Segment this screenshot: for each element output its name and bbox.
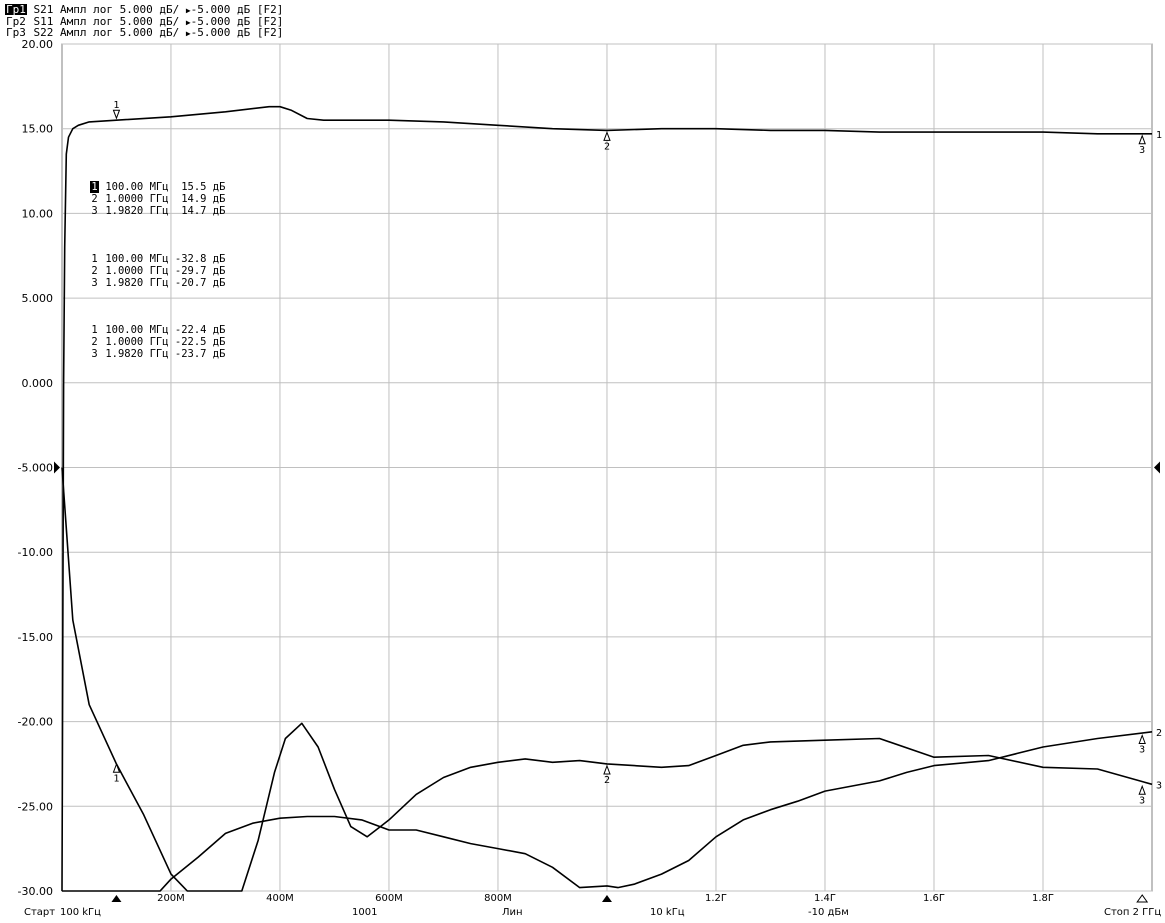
- x-tick-label: 1.2Г: [705, 893, 727, 904]
- marker-label: 3: [1139, 145, 1145, 156]
- x-tick-label: 1.4Г: [814, 893, 836, 904]
- marker-number: 1: [91, 324, 98, 336]
- y-tick-label: 0.000: [22, 377, 54, 390]
- y-tick-label: 20.00: [22, 38, 54, 51]
- axis-marker-icon: [601, 895, 612, 902]
- reference-right-icon: [1154, 461, 1160, 474]
- marker-number: 3: [91, 205, 98, 217]
- marker-number: 2: [91, 193, 98, 205]
- y-tick-label: 10.00: [22, 207, 54, 220]
- footer-power: -10 дБм: [808, 907, 849, 918]
- marker-frequency: 1.9820 ГГц: [105, 205, 169, 217]
- x-tick-label: 1.6Г: [923, 893, 945, 904]
- marker-table: 1 100.00 МГц -22.4 дБ 2 1.0000 ГГц -22.5 …: [90, 324, 225, 360]
- marker-frequency: 1.9820 ГГц: [105, 348, 169, 360]
- marker-frequency: 1.0000 ГГц: [105, 265, 169, 277]
- marker-row: 1 100.00 МГц 15.5 дБ: [90, 181, 225, 193]
- x-tick-label: 600M: [375, 893, 403, 904]
- x-tick-label: 800M: [484, 893, 512, 904]
- trace-end-label: 3: [1156, 780, 1162, 791]
- marker-value: -20.7 дБ: [174, 277, 226, 289]
- x-tick-label: 1.8Г: [1032, 893, 1054, 904]
- y-tick-label: -20.00: [18, 716, 53, 729]
- marker-up-icon: [1138, 784, 1146, 795]
- x-tick-label: 400M: [266, 893, 294, 904]
- x-tick-label: 200M: [157, 893, 185, 904]
- marker-row: 3 1.9820 ГГц -23.7 дБ: [90, 348, 225, 360]
- y-tick-label: -30.00: [18, 885, 53, 898]
- footer-start-label: Старт: [24, 907, 56, 918]
- marker-row: 2 1.0000 ГГц -29.7 дБ: [90, 265, 225, 277]
- marker-row: 1 100.00 МГц -22.4 дБ: [90, 324, 225, 336]
- footer-stop: Стоп 2 ГГц: [1104, 907, 1162, 918]
- marker-label: 2: [604, 775, 610, 786]
- marker-up-icon: [1138, 734, 1146, 744]
- marker-number: 2: [91, 336, 98, 348]
- trace-end-label: 1: [1156, 130, 1162, 141]
- trace-end-label: 2: [1156, 728, 1162, 739]
- marker-label: 3: [1139, 795, 1145, 806]
- marker-label: 1: [113, 773, 119, 784]
- y-tick-label: 5.000: [22, 292, 54, 305]
- marker-table: 1 100.00 МГц -32.8 дБ 2 1.0000 ГГц -29.7 …: [90, 253, 225, 289]
- marker-value: -32.8 дБ: [174, 253, 226, 265]
- marker-number: 3: [91, 348, 98, 360]
- marker-up-icon: [603, 130, 611, 141]
- marker-frequency: 1.9820 ГГц: [105, 277, 169, 289]
- y-tick-label: -5.000: [18, 462, 53, 475]
- marker-row: 1 100.00 МГц -32.8 дБ: [90, 253, 225, 265]
- footer-if-bandwidth: 10 kГц: [650, 907, 685, 918]
- marker-frequency: 100.00 МГц: [105, 324, 169, 336]
- marker-value: 15.5 дБ: [174, 181, 226, 193]
- marker-frequency: 100.00 МГц: [105, 181, 169, 193]
- marker-up-icon: [1138, 134, 1146, 145]
- reference-left-icon: [54, 461, 60, 474]
- marker-label: 1: [113, 100, 119, 111]
- marker-value: -23.7 дБ: [174, 348, 226, 360]
- marker-label: 3: [1139, 744, 1145, 755]
- axis-marker-icon: [1136, 894, 1149, 903]
- y-tick-label: -15.00: [18, 631, 53, 644]
- marker-number: 1: [90, 181, 99, 193]
- marker-frequency: 1.0000 ГГц: [105, 193, 169, 205]
- marker-value: -22.5 дБ: [174, 336, 226, 348]
- marker-row: 2 1.0000 ГГц 14.9 дБ: [90, 193, 225, 205]
- marker-label: 2: [604, 141, 610, 152]
- marker-row: 2 1.0000 ГГц -22.5 дБ: [90, 336, 225, 348]
- y-tick-label: -25.00: [18, 800, 53, 813]
- marker-frequency: 100.00 МГц: [105, 253, 169, 265]
- measurement-chart: 20.00 15.00 10.00 5.000 0.000 -5.000 -10.00 -15…: [18, 38, 1163, 904]
- marker-value: -22.4 дБ: [174, 324, 226, 336]
- y-tick-label: 15.00: [22, 123, 54, 136]
- axis-marker-icon: [111, 895, 122, 902]
- marker-value: 14.7 дБ: [174, 205, 226, 217]
- marker-value: -29.7 дБ: [174, 265, 226, 277]
- marker-number: 2: [91, 265, 98, 277]
- footer-sweep-type: Лин: [502, 907, 523, 918]
- marker-value: 14.9 дБ: [174, 193, 226, 205]
- footer-start-value: 100 kГц: [60, 907, 101, 918]
- marker-number: 1: [91, 253, 98, 265]
- marker-table: 1 100.00 МГц 15.5 дБ 2 1.0000 ГГц 14.9 дБ…: [90, 181, 225, 217]
- marker-row: 3 1.9820 ГГц -20.7 дБ: [90, 277, 225, 289]
- marker-down-icon: [112, 109, 121, 120]
- y-tick-label: -10.00: [18, 546, 53, 559]
- marker-row: 3 1.9820 ГГц 14.7 дБ: [90, 205, 225, 217]
- marker-number: 3: [91, 277, 98, 289]
- marker-frequency: 1.0000 ГГц: [105, 336, 169, 348]
- marker-up-icon: [603, 764, 611, 775]
- footer-points: 1001: [352, 907, 378, 918]
